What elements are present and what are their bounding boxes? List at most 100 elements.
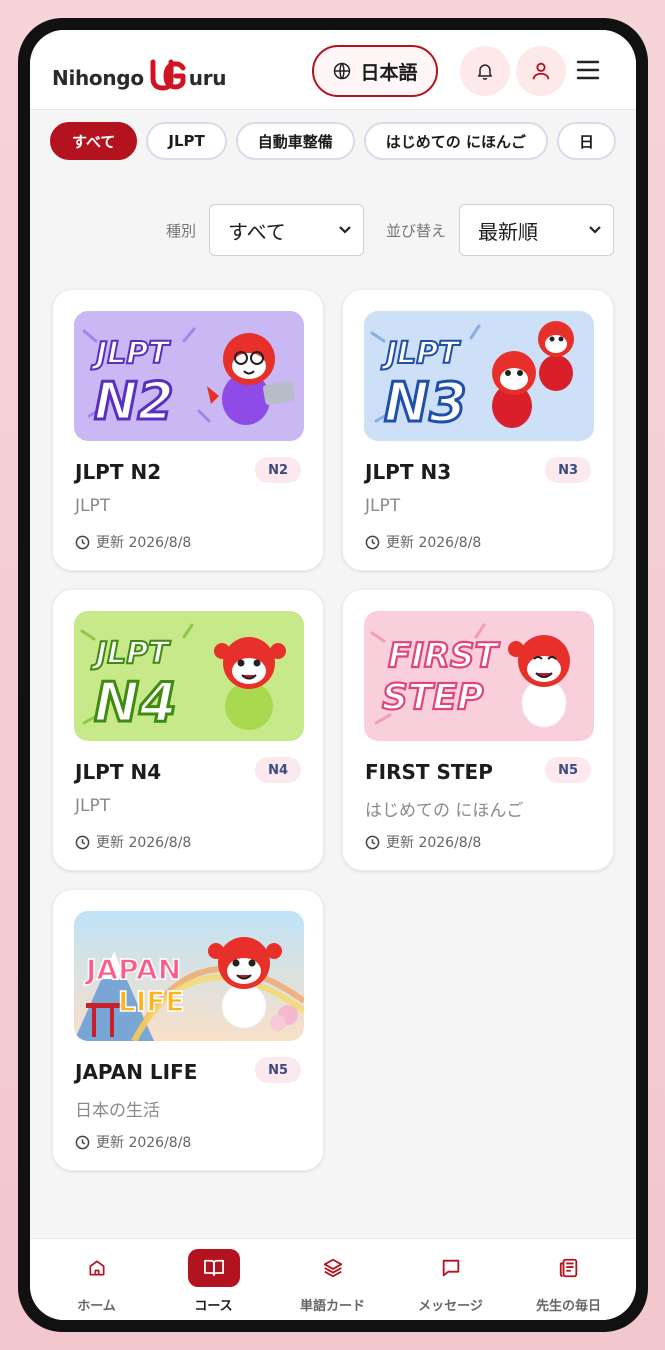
nav-messages-label: メッセージ bbox=[418, 1299, 483, 1314]
nav-messages[interactable]: メッセージ bbox=[390, 1239, 511, 1320]
course-category: JLPT bbox=[75, 796, 111, 816]
thumbnail-line-2: N3 bbox=[384, 371, 467, 434]
nav-teacher-daily-icon-wrap bbox=[543, 1249, 595, 1287]
chevron-down-icon bbox=[339, 226, 351, 234]
thumbnail-line-1: JLPT bbox=[381, 336, 461, 371]
thumbnail-line-2: N4 bbox=[94, 671, 177, 734]
bottom-navigation: ホーム コース 単語カード メッセージ 先生の毎日 bbox=[30, 1238, 636, 1320]
course-thumbnail: FIRST STEP bbox=[364, 611, 594, 741]
sort-label: 並び替え bbox=[386, 222, 447, 240]
updated-text: 更新 2026/8/8 bbox=[386, 535, 482, 551]
book-icon bbox=[203, 1259, 224, 1277]
course-category: 日本の生活 bbox=[75, 1101, 160, 1121]
course-title: JLPT N2 bbox=[75, 460, 162, 484]
app-screen: Nihongo uru 日本語 すべて JLPT 自動車整備 はじめての にほん… bbox=[30, 30, 636, 1320]
type-select[interactable]: すべて bbox=[209, 204, 364, 256]
sort-select-value: 最新順 bbox=[478, 219, 538, 244]
updated-date: 更新 2026/8/8 bbox=[75, 1132, 191, 1152]
course-card[interactable]: JLPT N3 JLPT N3 N3 JLPT 更新 2026/8/8 bbox=[342, 289, 614, 571]
thumbnail-line-2: N2 bbox=[94, 372, 174, 432]
brand-logo[interactable]: Nihongo uru bbox=[52, 56, 227, 91]
course-thumbnail: JLPT N2 bbox=[74, 311, 304, 441]
type-label: 種別 bbox=[166, 222, 197, 240]
type-select-value: すべて bbox=[228, 219, 286, 244]
brand-word-suffix: uru bbox=[188, 66, 227, 90]
filter-row: 種別 すべて 並び替え 最新順 bbox=[30, 204, 636, 256]
thumbnail-line-1: JAPAN bbox=[84, 953, 181, 986]
course-title: JLPT N4 bbox=[75, 760, 162, 784]
updated-text: 更新 2026/8/8 bbox=[96, 535, 192, 551]
course-card[interactable]: JLPT N2 JLPT N2 N2 JLPT 更新 2026/8/8 bbox=[52, 289, 324, 571]
nav-home-icon-wrap bbox=[71, 1249, 123, 1287]
updated-text: 更新 2026/8/8 bbox=[386, 835, 482, 851]
level-badge: N3 bbox=[545, 457, 591, 483]
clock-icon bbox=[365, 535, 380, 549]
course-title: FIRST STEP bbox=[365, 760, 493, 784]
menu-button[interactable] bbox=[570, 52, 606, 88]
layers-icon bbox=[323, 1258, 342, 1278]
home-icon bbox=[89, 1260, 104, 1276]
course-card[interactable]: JAPAN LIFE JAPAN LIFE N5 日本の生活 更新 2026/8… bbox=[52, 889, 324, 1171]
user-icon bbox=[532, 62, 550, 80]
level-badge: N5 bbox=[545, 757, 591, 783]
language-label: 日本語 bbox=[360, 61, 418, 84]
thumbnail-line-1: FIRST bbox=[388, 636, 501, 676]
nav-teacher-daily[interactable]: 先生の毎日 bbox=[508, 1239, 629, 1320]
clock-icon bbox=[75, 535, 90, 549]
brand-word: Nihongo bbox=[52, 66, 144, 90]
nav-home-label: ホーム bbox=[77, 1299, 116, 1314]
nav-courses-icon-wrap bbox=[187, 1249, 240, 1287]
course-category: JLPT bbox=[75, 496, 111, 516]
clock-icon bbox=[365, 835, 380, 849]
thumbnail-line-1: JLPT bbox=[91, 636, 171, 671]
course-category: JLPT bbox=[365, 496, 401, 516]
updated-text: 更新 2026/8/8 bbox=[96, 1135, 192, 1151]
hamburger-icon bbox=[576, 60, 600, 80]
category-chips: すべて JLPT 自動車整備 はじめての にほんご日 bbox=[50, 122, 616, 164]
updated-date: 更新 2026/8/8 bbox=[75, 832, 191, 852]
chip-first-japanese[interactable]: はじめての にほんご bbox=[363, 122, 548, 160]
bell-icon bbox=[478, 64, 492, 80]
notification-button[interactable] bbox=[460, 46, 510, 96]
thumbnail-line-2: STEP bbox=[382, 677, 483, 718]
course-card[interactable]: FIRST STEP FIRST STEP N5 はじめての にほんご 更新 2… bbox=[342, 589, 614, 871]
nav-teacher-daily-label: 先生の毎日 bbox=[535, 1299, 601, 1314]
course-card[interactable]: JLPT N4 JLPT N4 N4 JLPT 更新 2026/8/8 bbox=[52, 589, 324, 871]
newspaper-icon bbox=[559, 1258, 577, 1278]
level-badge: N4 bbox=[255, 757, 301, 783]
updated-date: 更新 2026/8/8 bbox=[75, 532, 191, 552]
chip-auto-maintenance[interactable]: 自動車整備 bbox=[235, 122, 355, 160]
course-category: はじめての にほんご bbox=[365, 801, 524, 821]
chevron-down-icon bbox=[589, 226, 601, 234]
language-button[interactable]: 日本語 bbox=[312, 45, 438, 97]
course-thumbnail: JLPT N4 bbox=[74, 611, 304, 741]
chip-jlpt[interactable]: JLPT bbox=[146, 122, 227, 160]
nav-home[interactable]: ホーム bbox=[36, 1239, 157, 1320]
course-title: JLPT N3 bbox=[365, 460, 452, 484]
nav-courses-label: コース bbox=[194, 1299, 233, 1314]
nav-flashcards-icon-wrap bbox=[307, 1249, 359, 1287]
nav-flashcards[interactable]: 単語カード bbox=[272, 1239, 393, 1320]
message-icon bbox=[442, 1259, 459, 1277]
nav-messages-icon-wrap bbox=[425, 1249, 477, 1287]
course-thumbnail: JLPT N3 bbox=[364, 311, 594, 441]
course-thumbnail: JAPAN LIFE bbox=[74, 911, 304, 1041]
brand-mark-icon bbox=[150, 59, 186, 91]
level-badge: N2 bbox=[255, 457, 301, 483]
chip-daily-life[interactable]: 日 bbox=[556, 122, 616, 160]
clock-icon bbox=[75, 835, 90, 849]
updated-date: 更新 2026/8/8 bbox=[365, 532, 481, 552]
thumbnail-line-1: JLPT bbox=[91, 336, 171, 371]
updated-text: 更新 2026/8/8 bbox=[96, 835, 192, 851]
course-title: JAPAN LIFE bbox=[75, 1060, 198, 1084]
nav-courses[interactable]: コース bbox=[153, 1239, 274, 1320]
profile-button[interactable] bbox=[516, 46, 566, 96]
globe-icon bbox=[334, 62, 351, 80]
app-header: Nihongo uru 日本語 bbox=[30, 30, 636, 110]
device-frame: Nihongo uru 日本語 すべて JLPT 自動車整備 はじめての にほん… bbox=[18, 18, 648, 1332]
level-badge: N5 bbox=[255, 1057, 301, 1083]
sort-select[interactable]: 最新順 bbox=[459, 204, 614, 256]
thumbnail-line-2: LIFE bbox=[118, 985, 185, 1018]
clock-icon bbox=[75, 1135, 90, 1149]
chip-all[interactable]: すべて bbox=[50, 122, 138, 160]
